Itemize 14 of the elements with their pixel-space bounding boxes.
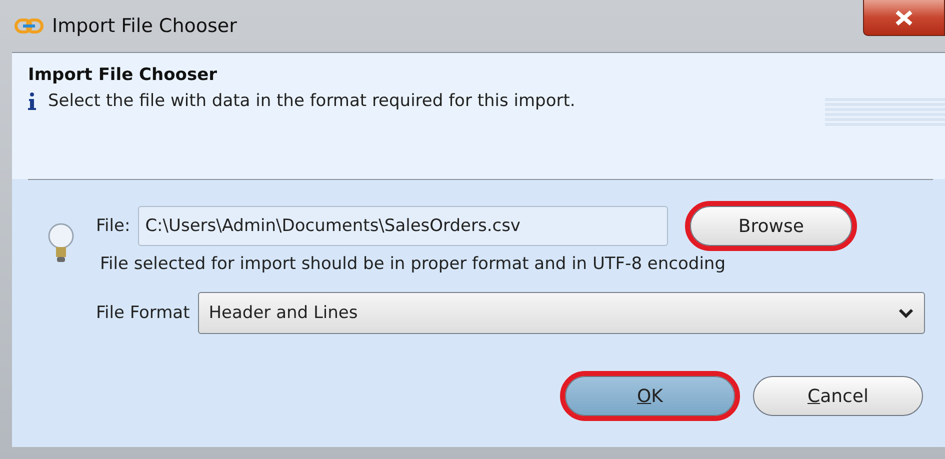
- cancel-button[interactable]: Cancel: [753, 376, 923, 416]
- dialog-heading: Import File Chooser: [28, 65, 218, 85]
- hint-text: File selected for import should be in proper format and in UTF-8 encoding: [100, 254, 726, 274]
- file-format-label: File Format: [96, 303, 190, 323]
- chevron-down-icon: [898, 308, 914, 318]
- close-button[interactable]: [863, 0, 945, 36]
- link-icon: [14, 18, 44, 34]
- info-text: Select the file with data in the format required for this import.: [48, 91, 576, 111]
- file-format-dropdown[interactable]: Header and Lines: [198, 292, 925, 334]
- window-title: Import File Chooser: [52, 15, 237, 37]
- info-icon: [28, 92, 36, 110]
- file-path-field[interactable]: C:\Users\Admin\Documents\SalesOrders.csv: [138, 206, 668, 246]
- file-label: File:: [96, 216, 130, 236]
- close-icon: [894, 10, 914, 26]
